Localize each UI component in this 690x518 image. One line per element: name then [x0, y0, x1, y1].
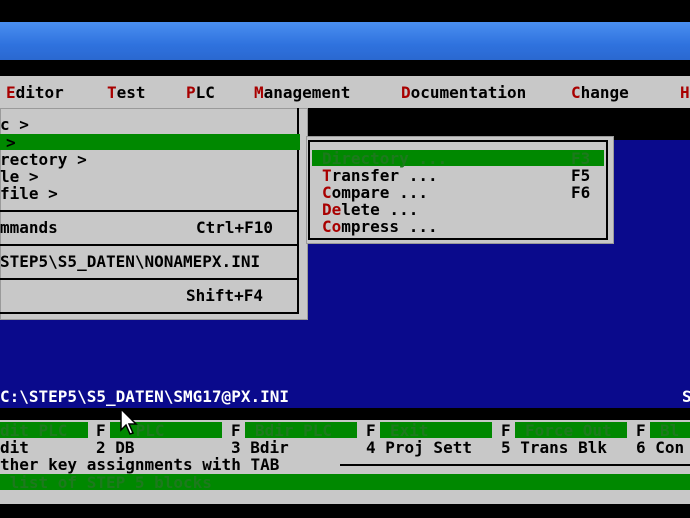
fkey-6-f: F [636, 421, 646, 440]
menu-editor-hotkey: E [6, 83, 16, 102]
dropdown-item-selected[interactable]: > [0, 133, 300, 152]
dropdown-item-commands[interactable]: mmands [0, 219, 58, 236]
management-dropdown: c > > rectory > le > file > mmands Ctrl+… [0, 108, 308, 320]
fkey-1-label: dit PLC [0, 421, 68, 440]
fkey-2-desc: 2 DB [96, 438, 135, 457]
fkey-1-desc: dit [0, 438, 29, 457]
fkey-5-label: Force Out [525, 421, 612, 440]
menu-documentation-hotkey: D [401, 83, 411, 102]
menu-change-label: hange [580, 83, 629, 102]
menu-management-hotkey: M [254, 83, 264, 102]
fkey-6-label: Bl [660, 421, 680, 440]
dropdown-separator [0, 244, 298, 246]
menu-documentation-label: ocumentation [410, 83, 527, 102]
dropdown-shift-shortcut[interactable]: Shift+F4 [186, 287, 263, 304]
project-path: C:\STEP5\S5_DATEN\SMG17@PX.INI [0, 387, 289, 406]
menu-help-hotkey: H [680, 83, 690, 102]
fkey-3-desc: 3 Bdir [231, 438, 289, 457]
submenu-item-compress[interactable]: Compress ... [312, 217, 604, 236]
tab-hint: ther key assignments with TAB [0, 455, 280, 474]
fkey-6-desc: 6 Con [636, 438, 685, 457]
fkey-6-highlight[interactable]: Bl [650, 421, 690, 440]
dropdown-item-1[interactable]: c > [0, 116, 29, 133]
window-title-bar [0, 22, 690, 60]
function-key-bar: dit PLC F PLC F Bdir PLC F Exit F Force … [0, 420, 690, 504]
submenu-compress-label: mpress ... [341, 217, 438, 236]
fkey-4-label: Exit [390, 421, 429, 440]
menu-test-hotkey: T [107, 83, 117, 102]
fkey-5-highlight[interactable]: Force Out [515, 421, 627, 440]
fkey-2-f: F [96, 421, 106, 440]
status-line: list of STEP 5 blocks [0, 473, 690, 492]
commands-shortcut: Ctrl+F10 [196, 218, 274, 237]
menu-editor-label: ditor [15, 83, 64, 102]
submenu-item-transfer[interactable]: Transfer ... F5 [312, 166, 604, 185]
menu-plc[interactable]: PLC [186, 84, 215, 101]
fkey-5-desc: 5 Trans Blk [501, 438, 607, 457]
dropdown-item-2-label: > [6, 133, 16, 152]
dropdown-item-5[interactable]: file > [0, 185, 58, 202]
menu-test[interactable]: Test [107, 84, 146, 101]
submenu-item-compare[interactable]: Compare ... F6 [312, 183, 604, 202]
fkey-4-f: F [366, 421, 376, 440]
submenu-compare-key: F6 [571, 183, 591, 202]
status-right-char: S [682, 387, 690, 406]
menu-editor[interactable]: Editor [6, 84, 64, 101]
menu-documentation[interactable]: Documentation [401, 84, 526, 101]
menu-help[interactable]: H [680, 84, 690, 101]
menu-change-hotkey: C [571, 83, 581, 102]
fkey-3-label: Bdir PLC [255, 421, 333, 440]
dropdown-bottom-border [0, 312, 298, 314]
fkey-4-desc: 4 Proj Sett [366, 438, 472, 457]
menu-plc-hotkey: P [186, 83, 196, 102]
bottom-border [0, 504, 690, 518]
mouse-cursor-icon [120, 408, 138, 435]
menu-management-label: anagement [263, 83, 351, 102]
dropdown-item-path[interactable]: STEP5\S5_DATEN\NONAMEPX.INI [0, 253, 260, 270]
dropdown-separator [0, 210, 298, 212]
dropdown-item-4[interactable]: le > [0, 168, 39, 185]
menu-bar: Editor Test PLC Management Documentation… [0, 76, 690, 108]
menu-test-label: est [116, 83, 146, 102]
hint-rule [340, 464, 690, 466]
fkey-5-f: F [501, 421, 511, 440]
status-message: list of STEP 5 blocks [0, 473, 212, 492]
submenu-item-delete[interactable]: Delete ... [312, 201, 604, 218]
menu-change[interactable]: Change [571, 84, 629, 101]
fkey-4-highlight[interactable]: Exit [380, 421, 492, 440]
fkey-3-f: F [231, 421, 241, 440]
fkey-1-highlight[interactable]: dit PLC [0, 421, 88, 440]
submenu-directory-key: F3 [571, 149, 591, 168]
submenu-compress-hotkey: Co [322, 217, 342, 236]
directory-submenu: Directory ... F3 Transfer ... F5 Compare… [306, 136, 614, 244]
menu-management[interactable]: Management [254, 84, 350, 101]
submenu-item-directory[interactable]: Directory ... F3 [312, 149, 604, 168]
submenu-transfer-key: F5 [571, 166, 591, 185]
dropdown-separator [0, 278, 298, 280]
dropdown-item-directory[interactable]: rectory > [0, 151, 87, 168]
fkey-3-highlight[interactable]: Bdir PLC [245, 421, 357, 440]
menu-plc-label: LC [195, 83, 215, 102]
